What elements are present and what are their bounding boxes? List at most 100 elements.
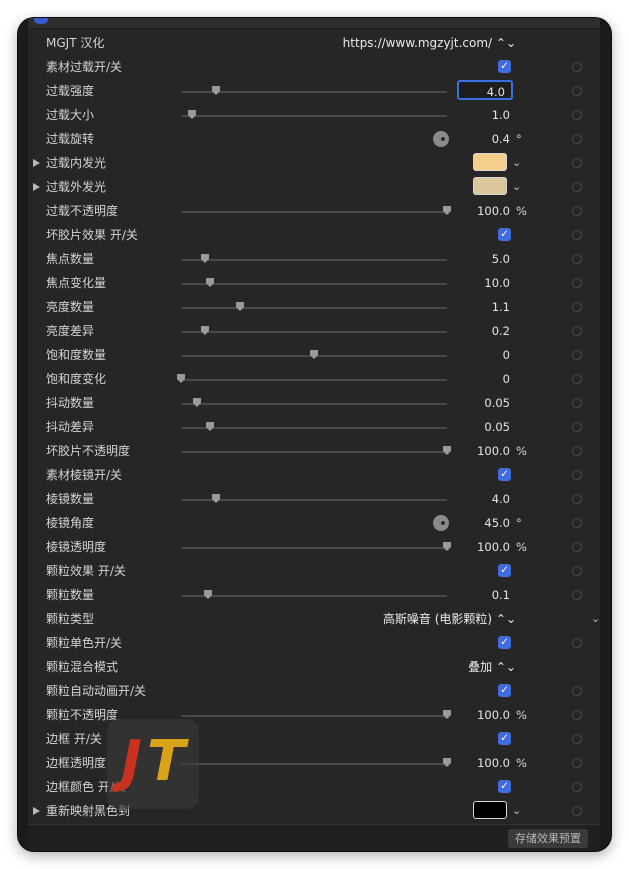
parameter-slider[interactable]	[181, 302, 447, 311]
parameter-value-field[interactable]: 100.0	[458, 443, 510, 459]
color-swatch[interactable]	[473, 801, 507, 819]
parameter-slider[interactable]	[181, 590, 447, 599]
checkbox[interactable]: ✓	[498, 780, 511, 793]
parameter-value-field[interactable]: 100.0	[458, 203, 510, 219]
parameter-value-field[interactable]: 0.05	[458, 395, 510, 411]
parameter-slider[interactable]	[181, 542, 451, 551]
checkbox[interactable]: ✓	[498, 60, 511, 73]
keyframe-button[interactable]	[572, 374, 582, 384]
parameter-value-field[interactable]: 4.0	[458, 491, 510, 507]
slider-knob[interactable]	[201, 326, 209, 335]
parameter-slider[interactable]	[181, 254, 447, 263]
parameter-slider[interactable]	[181, 422, 447, 431]
keyframe-button[interactable]	[572, 398, 582, 408]
parameter-slider[interactable]	[181, 710, 451, 719]
keyframe-button[interactable]	[572, 710, 582, 720]
parameter-value-field[interactable]: 0.2	[458, 323, 510, 339]
disclosure-triangle-icon[interactable]	[33, 807, 40, 815]
keyframe-button[interactable]	[572, 86, 582, 96]
parameter-slider[interactable]	[181, 398, 447, 407]
keyframe-button[interactable]	[572, 278, 582, 288]
parameter-value-field[interactable]: 100.0	[458, 755, 510, 771]
keyframe-button[interactable]	[572, 350, 582, 360]
slider-knob[interactable]	[206, 422, 214, 431]
angle-dial-icon[interactable]	[433, 515, 449, 531]
keyframe-button[interactable]	[572, 182, 582, 192]
parameter-value-field[interactable]: 0	[458, 371, 510, 387]
parameter-slider[interactable]	[181, 86, 447, 95]
keyframe-button[interactable]	[572, 470, 582, 480]
keyframe-button[interactable]	[572, 230, 582, 240]
keyframe-button[interactable]	[572, 686, 582, 696]
parameter-slider[interactable]	[177, 374, 447, 383]
save-effect-preset-button[interactable]: 存储效果预置	[508, 829, 588, 848]
slider-knob[interactable]	[212, 494, 220, 503]
checkbox[interactable]: ✓	[498, 732, 511, 745]
keyframe-button[interactable]	[572, 158, 582, 168]
parameter-value-field[interactable]: 45.0	[458, 515, 510, 531]
checkbox[interactable]: ✓	[498, 636, 511, 649]
keyframe-button[interactable]	[572, 590, 582, 600]
angle-dial-icon[interactable]	[433, 131, 449, 147]
parameter-slider[interactable]	[181, 350, 447, 359]
popup-menu[interactable]: https://www.mgzyjt.com/ ⌃⌄	[343, 35, 516, 51]
keyframe-button[interactable]	[572, 734, 582, 744]
slider-knob[interactable]	[443, 206, 451, 215]
slider-knob[interactable]	[443, 710, 451, 719]
parameter-slider[interactable]	[181, 278, 447, 287]
keyframe-button[interactable]	[572, 254, 582, 264]
parameter-value-field[interactable]: 0.1	[458, 587, 510, 603]
popup-menu[interactable]: 叠加 ⌃⌄	[468, 659, 516, 675]
disclosure-triangle-icon[interactable]	[33, 159, 40, 167]
keyframe-button[interactable]	[572, 134, 582, 144]
parameter-slider[interactable]	[181, 494, 447, 503]
disclosure-triangle-icon[interactable]	[33, 183, 40, 191]
checkbox[interactable]: ✓	[498, 228, 511, 241]
chevron-down-icon[interactable]: ⌄	[512, 155, 521, 171]
slider-knob[interactable]	[204, 590, 212, 599]
keyframe-button[interactable]	[572, 758, 582, 768]
slider-knob[interactable]	[201, 254, 209, 263]
slider-knob[interactable]	[193, 398, 201, 407]
keyframe-button[interactable]	[572, 782, 582, 792]
keyframe-button[interactable]	[572, 302, 582, 312]
slider-knob[interactable]	[206, 278, 214, 287]
slider-knob[interactable]	[443, 758, 451, 767]
chevron-down-icon[interactable]: ⌄	[512, 179, 521, 195]
slider-knob[interactable]	[443, 542, 451, 551]
keyframe-button[interactable]	[572, 326, 582, 336]
parameter-value-field[interactable]: 1.0	[458, 107, 510, 123]
keyframe-button[interactable]	[572, 110, 582, 120]
parameter-slider[interactable]	[181, 110, 447, 119]
slider-knob[interactable]	[443, 446, 451, 455]
keyframe-button[interactable]	[572, 446, 582, 456]
parameter-value-field[interactable]: 5.0	[458, 251, 510, 267]
keyframe-button[interactable]	[572, 806, 582, 816]
parameter-value-field[interactable]: 4.0	[457, 80, 513, 100]
parameter-value-field[interactable]: 0.4	[458, 131, 510, 147]
parameter-value-field[interactable]: 100.0	[458, 539, 510, 555]
keyframe-button[interactable]	[572, 494, 582, 504]
parameter-slider[interactable]	[181, 446, 451, 455]
chevron-down-icon[interactable]: ⌄	[591, 611, 600, 627]
keyframe-button[interactable]	[572, 566, 582, 576]
checkbox[interactable]: ✓	[498, 564, 511, 577]
slider-knob[interactable]	[212, 86, 220, 95]
parameter-slider[interactable]	[181, 206, 451, 215]
parameter-slider[interactable]	[181, 758, 451, 767]
checkbox[interactable]: ✓	[498, 684, 511, 697]
slider-knob[interactable]	[236, 302, 244, 311]
popup-menu[interactable]: 高斯噪音 (电影颗粒) ⌃⌄	[383, 611, 516, 627]
keyframe-button[interactable]	[572, 206, 582, 216]
parameter-value-field[interactable]: 100.0	[458, 707, 510, 723]
parameter-value-field[interactable]: 0	[458, 347, 510, 363]
parameter-value-field[interactable]: 1.1	[458, 299, 510, 315]
color-swatch[interactable]	[473, 177, 507, 195]
color-swatch[interactable]	[473, 153, 507, 171]
parameter-value-field[interactable]: 0.05	[458, 419, 510, 435]
slider-knob[interactable]	[310, 350, 318, 359]
checkbox[interactable]: ✓	[498, 468, 511, 481]
keyframe-button[interactable]	[572, 518, 582, 528]
slider-knob[interactable]	[177, 374, 185, 383]
keyframe-button[interactable]	[572, 422, 582, 432]
